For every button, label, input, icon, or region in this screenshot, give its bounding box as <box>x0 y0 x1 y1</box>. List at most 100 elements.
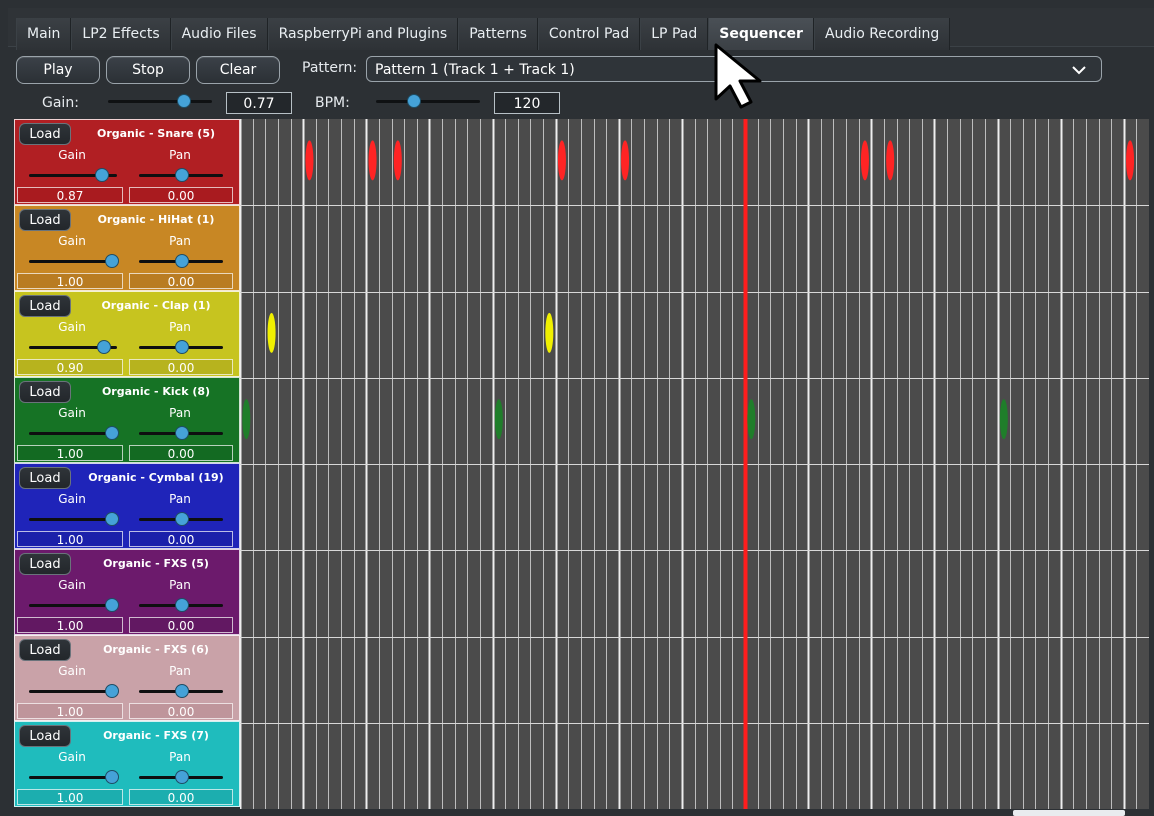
load-button[interactable]: Load <box>19 725 71 747</box>
gain-value-box[interactable]: 0.77 <box>226 92 292 114</box>
track-gain-value[interactable]: 1.00 <box>17 445 123 461</box>
sequencer-note[interactable] <box>557 140 566 181</box>
tab-raspberrypi-and-plugins[interactable]: RaspberryPi and Plugins <box>267 18 459 50</box>
horizontal-scrollbar[interactable] <box>1013 810 1125 816</box>
bpm-slider[interactable] <box>376 94 480 108</box>
track-gain-slider[interactable] <box>29 340 117 354</box>
stop-button[interactable]: Stop <box>106 56 190 84</box>
slider-handle[interactable] <box>105 426 119 440</box>
slider-handle[interactable] <box>175 598 189 612</box>
master-gain-slider[interactable] <box>108 94 212 108</box>
sequencer-note[interactable] <box>267 312 276 353</box>
sequencer-grid[interactable] <box>240 119 1149 809</box>
track-pan-value[interactable]: 0.00 <box>129 531 233 547</box>
track-gain-value[interactable]: 1.00 <box>17 531 123 547</box>
track-pan-value[interactable]: 0.00 <box>129 359 233 375</box>
tab-lp-pad[interactable]: LP Pad <box>640 18 709 50</box>
track-pan-value[interactable]: 0.00 <box>129 703 233 719</box>
sequencer-note[interactable] <box>886 140 895 181</box>
load-button[interactable]: Load <box>19 209 71 231</box>
slider-handle[interactable] <box>175 684 189 698</box>
track-gain-slider[interactable] <box>29 512 119 526</box>
sequencer-note[interactable] <box>747 399 756 440</box>
track-row: Load Organic - FXS (7) Gain Pan 1.00 0.0… <box>14 721 240 807</box>
slider-handle[interactable] <box>177 94 191 108</box>
sequencer-note[interactable] <box>860 140 869 181</box>
pan-label: Pan <box>169 148 191 162</box>
sequencer-note[interactable] <box>999 399 1008 440</box>
track-gain-slider[interactable] <box>29 598 119 612</box>
slider-handle[interactable] <box>97 340 111 354</box>
track-gain-slider[interactable] <box>29 168 117 182</box>
track-pan-value[interactable]: 0.00 <box>129 617 233 633</box>
gain-label: Gain <box>58 234 86 248</box>
track-gain-value[interactable]: 0.90 <box>17 359 123 375</box>
sequencer-note[interactable] <box>621 140 630 181</box>
track-gain-slider[interactable] <box>29 684 119 698</box>
slider-handle[interactable] <box>175 168 189 182</box>
track-pan-slider[interactable] <box>139 426 223 440</box>
track-pan-slider[interactable] <box>139 254 223 268</box>
slider-handle[interactable] <box>407 94 421 108</box>
track-gain-value[interactable]: 0.87 <box>17 187 123 203</box>
tab-main[interactable]: Main <box>16 18 72 50</box>
sequencer-note[interactable] <box>393 140 402 181</box>
load-button[interactable]: Load <box>19 381 71 403</box>
tab-patterns[interactable]: Patterns <box>458 18 538 50</box>
track-pan-value[interactable]: 0.00 <box>129 445 233 461</box>
sequencer-note[interactable] <box>1126 140 1135 181</box>
track-pan-slider[interactable] <box>139 770 223 784</box>
sequencer-note[interactable] <box>368 140 377 181</box>
tab-lp2-effects[interactable]: LP2 Effects <box>71 18 171 50</box>
track-pan-slider[interactable] <box>139 598 223 612</box>
slider-handle[interactable] <box>95 168 109 182</box>
track-gain-value[interactable]: 1.00 <box>17 789 123 805</box>
slider-handle[interactable] <box>105 254 119 268</box>
track-gain-value[interactable]: 1.00 <box>17 617 123 633</box>
slider-handle[interactable] <box>175 340 189 354</box>
play-button[interactable]: Play <box>16 56 100 84</box>
slider-handle[interactable] <box>175 512 189 526</box>
track-gain-slider[interactable] <box>29 426 119 440</box>
track-pan-value[interactable]: 0.00 <box>129 273 233 289</box>
tab-control-pad[interactable]: Control Pad <box>537 18 641 50</box>
load-button[interactable]: Load <box>19 639 71 661</box>
track-gain-value[interactable]: 1.00 <box>17 273 123 289</box>
tab-audio-recording[interactable]: Audio Recording <box>813 18 951 50</box>
track-pan-slider[interactable] <box>139 684 223 698</box>
slider-handle[interactable] <box>105 770 119 784</box>
slider-handle[interactable] <box>175 426 189 440</box>
gain-label: Gain <box>58 578 86 592</box>
sequencer-grid-svg[interactable] <box>240 119 1149 809</box>
slider-handle[interactable] <box>175 770 189 784</box>
load-button[interactable]: Load <box>19 553 71 575</box>
track-pan-slider[interactable] <box>139 340 223 354</box>
track-gain-value[interactable]: 1.00 <box>17 703 123 719</box>
tab-audio-files[interactable]: Audio Files <box>170 18 268 50</box>
track-gain-slider[interactable] <box>29 254 119 268</box>
slider-handle[interactable] <box>175 254 189 268</box>
slider-handle[interactable] <box>105 598 119 612</box>
track-pan-value[interactable]: 0.00 <box>129 789 233 805</box>
clear-button[interactable]: Clear <box>196 56 280 84</box>
mouse-pointer-icon <box>714 43 776 109</box>
load-button[interactable]: Load <box>19 123 71 145</box>
track-pan-value[interactable]: 0.00 <box>129 187 233 203</box>
slider-track <box>29 604 117 607</box>
sequencer-app: Main LP2 Effects Audio Files RaspberryPi… <box>0 0 1154 816</box>
sequencer-note[interactable] <box>494 399 503 440</box>
track-pan-slider[interactable] <box>139 512 223 526</box>
track-row: Load Organic - Kick (8) Gain Pan 1.00 0.… <box>14 377 240 463</box>
track-pan-slider[interactable] <box>139 168 223 182</box>
sequencer-note[interactable] <box>242 399 251 440</box>
track-name: Organic - FXS (6) <box>103 643 209 656</box>
sequencer-note[interactable] <box>545 312 554 353</box>
sequencer-note[interactable] <box>305 140 314 181</box>
load-button[interactable]: Load <box>19 295 71 317</box>
slider-handle[interactable] <box>105 512 119 526</box>
slider-track <box>108 100 212 103</box>
bpm-value-box[interactable]: 120 <box>494 92 560 114</box>
slider-handle[interactable] <box>105 684 119 698</box>
load-button[interactable]: Load <box>19 467 71 489</box>
track-gain-slider[interactable] <box>29 770 119 784</box>
